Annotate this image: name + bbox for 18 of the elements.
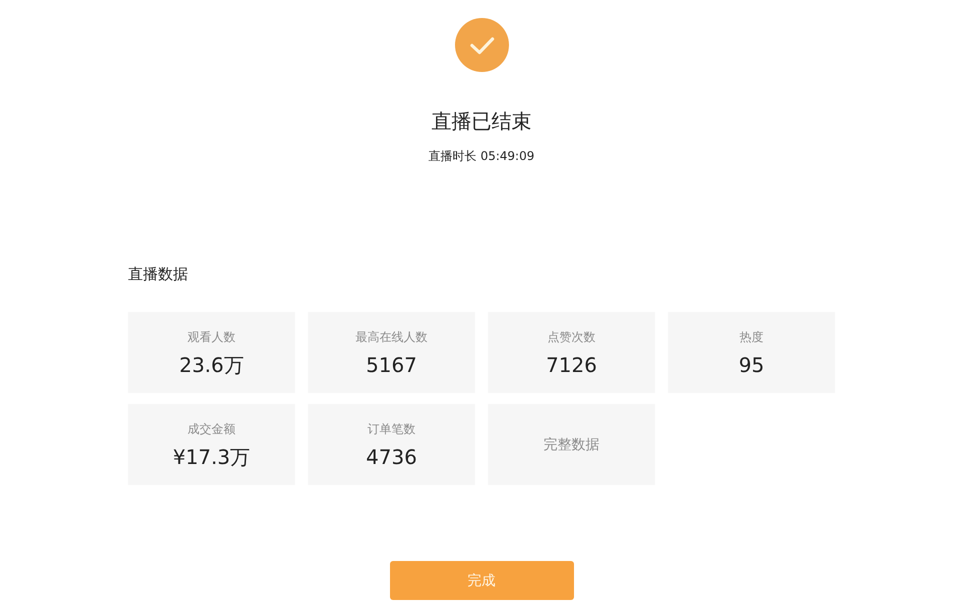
stat-label: 热度 [740,328,764,344]
stat-label: 点赞次数 [548,328,596,344]
stat-value: 95 [738,352,764,376]
stat-value: ¥17.3万 [172,444,250,468]
stat-label: 订单笔数 [368,420,416,436]
stat-value: 5167 [366,352,417,376]
check-circle-icon [454,18,508,72]
status-title: 直播已结束 [432,108,532,134]
stat-label: 最高在线人数 [356,328,428,344]
stat-value: 7126 [546,352,597,376]
duration-text: 直播时长 05:49:09 [428,148,534,164]
stat-value: 23.6万 [179,352,244,376]
full-data-link[interactable]: 完整数据 [488,404,655,485]
stat-label: 成交金额 [188,420,236,436]
section-title: 直播数据 [128,264,188,284]
done-button[interactable]: 完成 [390,561,574,600]
stat-value: 4736 [366,444,417,468]
stat-label: 观看人数 [188,328,236,344]
